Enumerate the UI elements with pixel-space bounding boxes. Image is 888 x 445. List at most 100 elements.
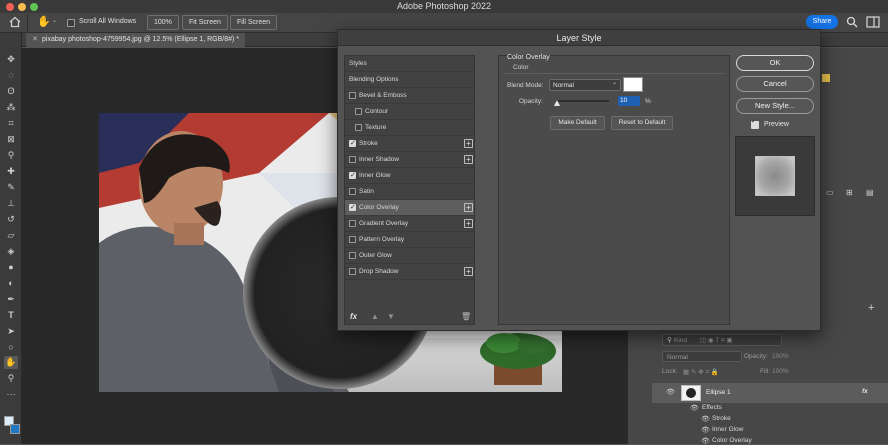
- style-checkbox[interactable]: [355, 124, 362, 131]
- lock-icons[interactable]: ▦ ✎ ✥ ⌗ 🔒: [683, 368, 719, 377]
- lasso-tool-icon[interactable]: ʘ: [4, 85, 18, 98]
- add-effect-instance-icon[interactable]: +: [464, 139, 473, 148]
- style-list-item[interactable]: Texture: [345, 120, 474, 136]
- ok-button[interactable]: OK: [736, 55, 814, 71]
- layer-fx-badge[interactable]: fx: [862, 388, 868, 395]
- history-brush-tool-icon[interactable]: ↺: [4, 213, 18, 226]
- zoom-100-button[interactable]: 100%: [147, 15, 179, 30]
- fx-menu-button[interactable]: fx: [350, 312, 357, 321]
- fill-value[interactable]: 100%: [772, 368, 789, 375]
- make-default-button[interactable]: Make Default: [550, 116, 605, 130]
- move-tool-icon[interactable]: ✥: [4, 53, 18, 66]
- blur-tool-icon[interactable]: ●: [4, 261, 18, 274]
- share-button[interactable]: Share: [806, 15, 838, 29]
- style-checkbox[interactable]: [355, 108, 362, 115]
- layer-name[interactable]: Ellipse 1: [706, 389, 731, 396]
- folder-icon[interactable]: ▭: [826, 188, 834, 197]
- zoom-tool-icon[interactable]: ⚲: [4, 372, 18, 385]
- brush-tool-icon[interactable]: ✎: [4, 181, 18, 194]
- layer-opacity-value[interactable]: 100%: [772, 353, 789, 360]
- opacity-slider-track[interactable]: [556, 100, 609, 102]
- magic-wand-tool-icon[interactable]: ⁂: [4, 101, 18, 114]
- style-checkbox[interactable]: [349, 156, 356, 163]
- style-checkbox[interactable]: [349, 200, 356, 216]
- style-checkbox[interactable]: [349, 92, 356, 99]
- edit-toolbar-icon[interactable]: ⋯: [4, 388, 18, 401]
- style-checkbox[interactable]: [349, 252, 356, 259]
- style-checkbox[interactable]: [349, 236, 356, 243]
- trash-icon[interactable]: ▤: [866, 188, 874, 197]
- blend-mode-select[interactable]: Normal ⌄: [549, 79, 621, 91]
- document-tab[interactable]: ✕ pixabay photoshop-4759954.jpg @ 12.5% …: [26, 33, 246, 47]
- style-list-item[interactable]: Gradient Overlay +: [345, 216, 474, 232]
- style-list-item[interactable]: Drop Shadow +: [345, 264, 474, 280]
- pen-tool-icon[interactable]: ✒: [4, 293, 18, 306]
- preview-checkbox[interactable]: ✓: [751, 118, 759, 129]
- effect-inner-glow[interactable]: Inner Glow: [712, 426, 743, 433]
- layer-thumbnail[interactable]: [681, 385, 701, 401]
- style-list-item[interactable]: Blending Options: [345, 72, 474, 88]
- path-selection-tool-icon[interactable]: ➤: [4, 325, 18, 338]
- move-up-icon[interactable]: ▲: [371, 312, 379, 321]
- delete-effect-icon[interactable]: 🗑: [461, 312, 471, 321]
- style-list-item[interactable]: Outer Glow: [345, 248, 474, 264]
- clone-stamp-tool-icon[interactable]: ⊥: [4, 197, 18, 210]
- style-checkbox[interactable]: [349, 168, 356, 184]
- scroll-all-windows-checkbox[interactable]: [67, 19, 75, 27]
- style-list-item[interactable]: Color Overlay +: [345, 200, 474, 216]
- effect-eye-icon[interactable]: 👁: [701, 415, 710, 423]
- background-color-swatch[interactable]: [10, 424, 20, 434]
- search-icon[interactable]: [846, 16, 858, 28]
- effect-color-overlay[interactable]: Color Overlay: [712, 437, 752, 444]
- layer-blend-mode-select[interactable]: Normal: [662, 351, 742, 362]
- paint-bucket-tool-icon[interactable]: ◈: [4, 245, 18, 258]
- add-icon[interactable]: +: [868, 302, 874, 314]
- style-checkbox[interactable]: [349, 220, 356, 227]
- style-list-item[interactable]: Bevel & Emboss: [345, 88, 474, 104]
- workspace-icon[interactable]: [866, 16, 880, 28]
- new-item-icon[interactable]: ⊞: [846, 188, 853, 197]
- style-list-item[interactable]: Contour: [345, 104, 474, 120]
- swatch-yellow[interactable]: [822, 74, 830, 82]
- style-list-item[interactable]: Inner Glow: [345, 168, 474, 184]
- hand-tool-icon[interactable]: ✋: [4, 356, 18, 369]
- style-list-item[interactable]: Satin: [345, 184, 474, 200]
- eraser-tool-icon[interactable]: ▱: [4, 229, 18, 242]
- reset-to-default-button[interactable]: Reset to Default: [611, 116, 673, 130]
- opacity-slider-handle[interactable]: [554, 100, 560, 106]
- style-checkbox[interactable]: [349, 136, 356, 152]
- add-effect-instance-icon[interactable]: +: [464, 267, 473, 276]
- ellipse-tool-icon[interactable]: ○: [4, 341, 18, 354]
- frame-tool-icon[interactable]: ⊠: [4, 133, 18, 146]
- overlay-color-swatch[interactable]: [623, 77, 643, 92]
- healing-brush-tool-icon[interactable]: ✚: [4, 165, 18, 178]
- cancel-button[interactable]: Cancel: [736, 76, 814, 92]
- hand-tool-icon[interactable]: ✋: [37, 15, 51, 29]
- style-list-item[interactable]: Inner Shadow +: [345, 152, 474, 168]
- style-list-item[interactable]: Styles: [345, 56, 474, 72]
- opacity-input[interactable]: 10: [618, 96, 640, 106]
- visibility-eye-icon[interactable]: 👁: [666, 388, 675, 396]
- add-effect-instance-icon[interactable]: +: [464, 203, 473, 212]
- style-list-item[interactable]: Stroke +: [345, 136, 474, 152]
- home-icon[interactable]: [8, 15, 22, 29]
- crop-tool-icon[interactable]: ⌗: [4, 117, 18, 130]
- style-checkbox[interactable]: [349, 188, 356, 195]
- add-effect-instance-icon[interactable]: +: [464, 155, 473, 164]
- add-effect-instance-icon[interactable]: +: [464, 219, 473, 228]
- close-tab-icon[interactable]: ✕: [32, 33, 38, 47]
- fit-screen-button[interactable]: Fit Screen: [182, 15, 228, 30]
- fill-screen-button[interactable]: Fill Screen: [230, 15, 278, 30]
- style-checkbox[interactable]: [349, 268, 356, 275]
- effects-eye-icon[interactable]: 👁: [690, 404, 699, 412]
- style-list-item[interactable]: Pattern Overlay: [345, 232, 474, 248]
- effect-stroke[interactable]: Stroke: [712, 415, 731, 422]
- new-style-button[interactable]: New Style...: [736, 98, 814, 114]
- filter-icons[interactable]: ◫ ◉ T ⌗ ▣: [700, 336, 733, 345]
- elliptical-marquee-tool-icon[interactable]: ◌: [4, 69, 18, 82]
- eyedropper-tool-icon[interactable]: ⚲: [4, 149, 18, 162]
- move-down-icon[interactable]: ▼: [387, 312, 395, 321]
- type-tool-icon[interactable]: T: [4, 309, 18, 322]
- chevron-down-icon[interactable]: ⌄: [52, 17, 57, 24]
- dodge-tool-icon[interactable]: ◐: [4, 277, 18, 290]
